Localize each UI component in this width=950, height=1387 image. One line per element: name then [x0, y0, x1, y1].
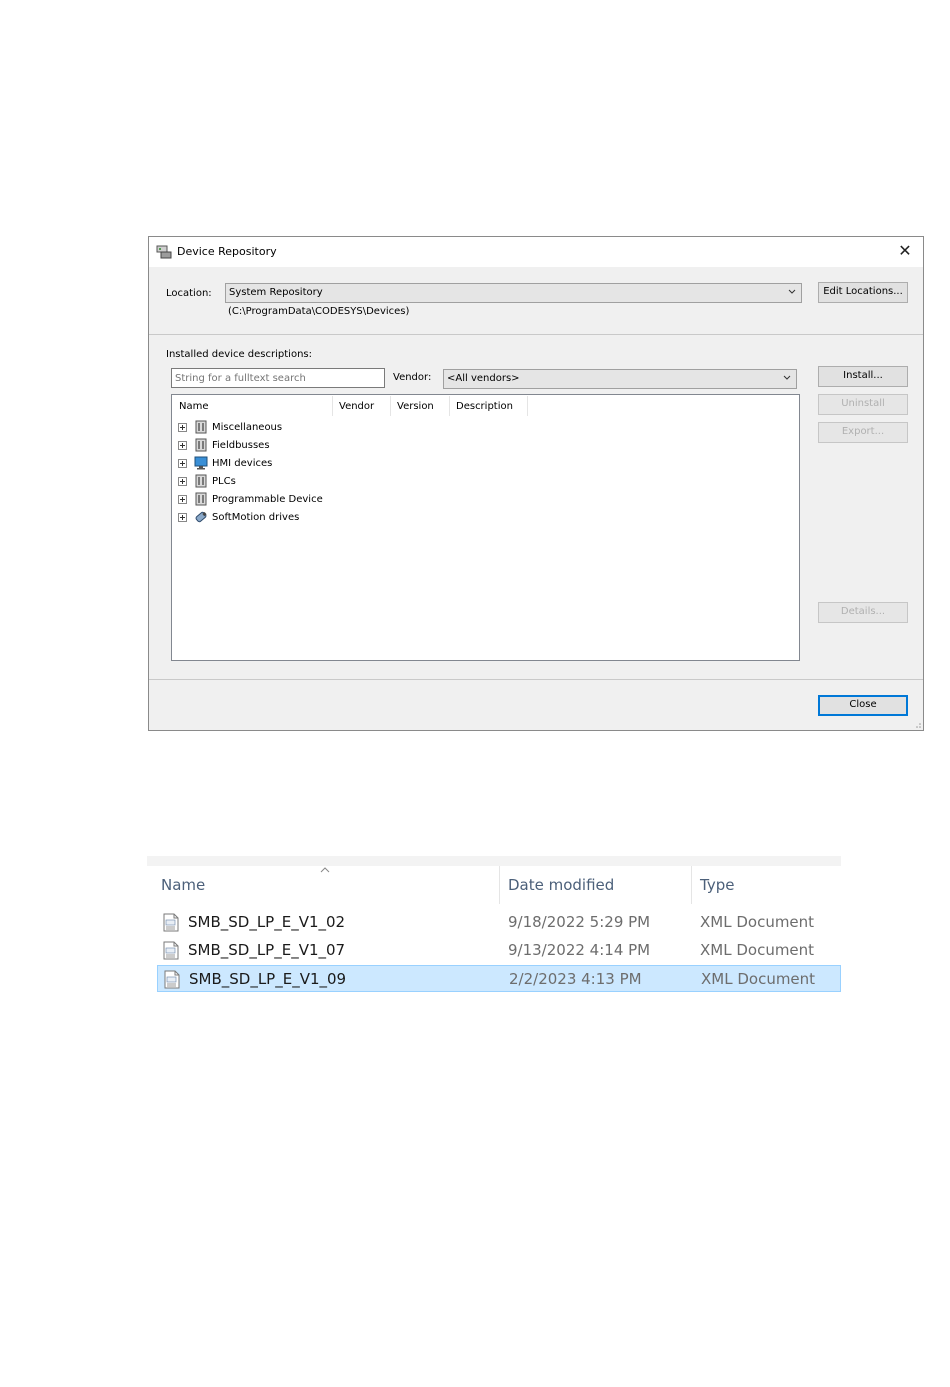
device-folder-icon — [195, 438, 207, 452]
file-date-modified: 9/18/2022 5:29 PM — [508, 913, 651, 931]
plus-expander-icon[interactable] — [178, 495, 187, 504]
plus-expander-icon[interactable] — [178, 441, 187, 450]
dialog-title: Device Repository — [177, 245, 277, 258]
chevron-down-icon — [783, 375, 791, 380]
uninstall-button[interactable]: Uninstall — [818, 394, 908, 415]
divider — [149, 679, 923, 680]
xml-file-icon — [163, 941, 179, 960]
file-row[interactable]: SMB_SD_LP_E_V1_02 9/18/2022 5:29 PM XML … — [157, 909, 841, 936]
location-label: Location: — [166, 288, 212, 299]
export-button[interactable]: Export... — [818, 422, 908, 443]
location-value: System Repository — [229, 287, 323, 298]
tree-item-label: Programmable Device — [212, 494, 323, 505]
xml-file-icon — [163, 913, 179, 932]
tree-item-label: Miscellaneous — [212, 422, 283, 433]
file-type: XML Document — [700, 913, 815, 931]
plus-expander-icon[interactable] — [178, 459, 187, 468]
file-name: SMB_SD_LP_E_V1_09 — [189, 970, 347, 988]
close-icon[interactable]: ✕ — [895, 241, 915, 261]
file-type: XML Document — [701, 970, 816, 988]
device-folder-icon — [195, 420, 207, 434]
device-folder-icon — [195, 474, 207, 488]
details-button[interactable]: Details... — [818, 602, 908, 623]
column-divider[interactable] — [527, 396, 528, 416]
explorer-top-strip — [147, 856, 841, 866]
location-path: (C:\ProgramData\CODESYS\Devices) — [228, 306, 410, 317]
close-button[interactable]: Close — [818, 695, 908, 716]
plus-expander-icon[interactable] — [178, 477, 187, 486]
column-divider[interactable] — [499, 866, 500, 904]
fulltext-search-input[interactable] — [171, 368, 385, 388]
file-date-modified: 9/13/2022 4:14 PM — [508, 941, 651, 959]
plus-expander-icon[interactable] — [178, 513, 187, 522]
device-tree[interactable]: Name Vendor Version Description Miscella… — [171, 394, 800, 661]
tree-item-label: PLCs — [212, 476, 236, 487]
column-header-type[interactable]: Type — [700, 876, 734, 894]
file-explorer-list: Name Date modified Type SMB_SD_LP_E_V1_0… — [147, 856, 841, 996]
plus-expander-icon[interactable] — [178, 423, 187, 432]
divider — [149, 334, 923, 335]
file-type: XML Document — [700, 941, 815, 959]
column-header-version[interactable]: Version — [397, 401, 434, 412]
vendor-value: <All vendors> — [447, 373, 520, 384]
column-header-vendor[interactable]: Vendor — [339, 401, 374, 412]
tree-item-label: Fieldbusses — [212, 440, 270, 451]
chevron-down-icon — [788, 289, 796, 294]
repository-icon — [156, 245, 172, 259]
file-row-selected[interactable]: SMB_SD_LP_E_V1_09 2/2/2023 4:13 PM XML D… — [157, 965, 841, 992]
device-folder-icon — [195, 492, 207, 506]
file-name: SMB_SD_LP_E_V1_02 — [188, 913, 346, 931]
sort-ascending-icon — [320, 867, 330, 873]
file-date-modified: 2/2/2023 4:13 PM — [509, 970, 642, 988]
xml-file-icon — [164, 970, 180, 989]
column-header-name[interactable]: Name — [179, 401, 209, 412]
resize-grip-icon[interactable] — [913, 720, 921, 728]
file-name: SMB_SD_LP_E_V1_07 — [188, 941, 346, 959]
tree-item-label: HMI devices — [212, 458, 273, 469]
device-repository-dialog: Device Repository ✕ Location: System Rep… — [148, 236, 924, 731]
column-divider[interactable] — [390, 396, 391, 416]
monitor-icon — [194, 456, 208, 470]
install-button[interactable]: Install... — [818, 366, 908, 387]
column-header-description[interactable]: Description — [456, 401, 513, 412]
tree-header: Name Vendor Version Description — [172, 395, 799, 417]
column-header-date-modified[interactable]: Date modified — [508, 876, 614, 894]
edit-locations-button[interactable]: Edit Locations... — [818, 282, 908, 303]
title-bar: Device Repository ✕ — [149, 237, 923, 267]
installed-descriptions-label: Installed device descriptions: — [166, 349, 312, 360]
vendor-dropdown[interactable]: <All vendors> — [443, 369, 797, 389]
column-header-name[interactable]: Name — [161, 876, 205, 894]
column-divider[interactable] — [691, 866, 692, 904]
tree-item-label: SoftMotion drives — [212, 512, 300, 523]
location-dropdown[interactable]: System Repository — [225, 283, 802, 303]
drive-icon — [195, 511, 207, 523]
file-row[interactable]: SMB_SD_LP_E_V1_07 9/13/2022 4:14 PM XML … — [157, 937, 841, 964]
column-divider[interactable] — [449, 396, 450, 416]
column-divider[interactable] — [332, 396, 333, 416]
vendor-label: Vendor: — [393, 372, 432, 383]
